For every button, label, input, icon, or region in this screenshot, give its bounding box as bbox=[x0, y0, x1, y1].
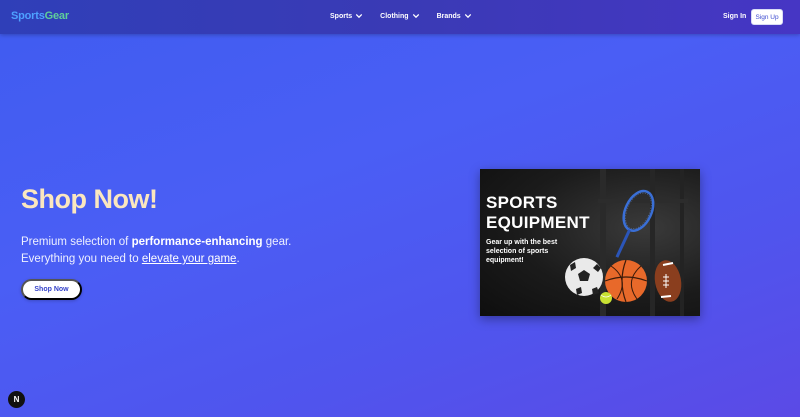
hero-description: Premium selection of performance-enhanci… bbox=[21, 234, 321, 268]
nav-item-clothing[interactable]: Clothing bbox=[380, 12, 419, 20]
hero-title: Shop Now! bbox=[21, 184, 158, 214]
promo-image: SPORTS EQUIPMENT Gear up with the best s… bbox=[480, 169, 700, 316]
promo-title-line: EQUIPMENT bbox=[486, 213, 590, 232]
badge-label: N bbox=[13, 395, 20, 404]
logo-text-gear: Gear bbox=[44, 10, 69, 22]
sign-in-link[interactable]: Sign In bbox=[723, 13, 746, 20]
elevate-link[interactable]: elevate your game bbox=[142, 253, 237, 265]
nav-item-label: Clothing bbox=[380, 12, 409, 20]
nav-item-label: Brands bbox=[436, 12, 461, 20]
nav-item-brands[interactable]: Brands bbox=[437, 12, 472, 20]
shop-now-button[interactable]: Shop Now bbox=[21, 279, 82, 300]
top-navbar: SportsGear Sports Clothing Brands Sign I… bbox=[0, 0, 800, 34]
hero-desc-text: Premium selection of bbox=[21, 236, 132, 248]
hero-desc-text: . bbox=[236, 253, 240, 265]
sign-up-button[interactable]: Sign Up bbox=[751, 9, 783, 25]
nav-item-sports[interactable]: Sports bbox=[330, 12, 363, 20]
promo-title: SPORTS EQUIPMENT bbox=[486, 193, 590, 233]
chevron-down-icon bbox=[356, 14, 363, 19]
nav-item-label: Sports bbox=[330, 12, 353, 20]
promo-title-line: SPORTS bbox=[486, 193, 558, 212]
chevron-down-icon bbox=[464, 14, 471, 19]
logo-text-sports: Sports bbox=[11, 10, 45, 22]
nav-menu: Sports Clothing Brands bbox=[330, 12, 489, 20]
promo-subtitle: Gear up with the best selection of sport… bbox=[486, 239, 558, 264]
chevron-down-icon bbox=[412, 14, 419, 19]
nextjs-dev-badge[interactable]: N bbox=[8, 391, 25, 408]
logo[interactable]: SportsGear bbox=[11, 10, 69, 22]
hero-desc-emphasis: performance-enhancing bbox=[131, 236, 263, 248]
